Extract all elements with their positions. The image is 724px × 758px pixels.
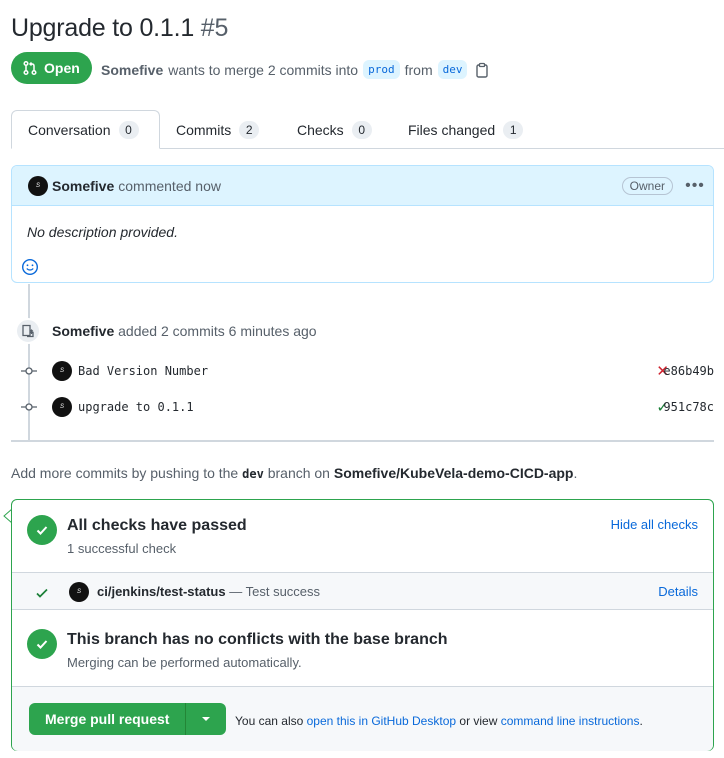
success-check-icon [27,515,57,545]
comment-time[interactable]: commented now [118,178,221,194]
state-badge: Open [11,52,92,84]
comment-author[interactable]: Somefive [52,178,114,194]
comment-body: No description provided. [27,224,178,240]
pr-meta: Somefive wants to merge 2 commits into p… [101,60,489,79]
tab-checks-label: Checks [297,121,344,138]
pr-title-text: Upgrade to 0.1.1 [11,14,195,42]
or-view-text: or view [459,714,498,728]
chevron-down-icon [202,717,211,721]
conflicts-title: This branch has no conflicts with the ba… [67,631,448,648]
merge-footer: Merge pull request You can also open thi… [12,686,713,751]
checks-title: All checks have passed [67,517,247,534]
tab-files-label: Files changed [408,121,496,138]
push-hint: Add more commits by pushing to the dev b… [11,465,577,481]
merge-button-group: Merge pull request [29,703,227,735]
hint-branch: dev [242,467,264,481]
tab-files-changed[interactable]: Files changed 1 [408,110,524,149]
check-description: — Test success [229,584,321,599]
commit-message[interactable]: upgrade to 0.1.1 [78,400,194,414]
hint-middle: branch on [267,465,330,481]
command-line-link[interactable]: command line instructions [501,714,640,728]
list-item: S Bad Version Number ✕ e86b49b [0,359,724,383]
commit-node-icon [21,399,37,415]
list-item: S upgrade to 0.1.1 ✓ 951c78c [0,395,724,419]
merge-options-button[interactable] [186,703,227,735]
check-label: ci/jenkins/test-status — Test success [97,584,320,599]
tab-conversation-count: 0 [118,120,139,139]
avatar[interactable]: S [28,175,48,196]
timeline-action: added 2 commits 6 minutes ago [118,323,317,339]
hint-suffix: . [573,465,578,481]
comment-header: S Somefive commented now Owner ••• [12,166,713,206]
commit-sha[interactable]: e86b49b [663,364,714,378]
check-name: ci/jenkins/test-status [97,584,226,599]
check-icon [36,588,48,598]
timeline-divider [11,440,714,442]
merge-alternatives: You can also open this in GitHub Desktop… [235,714,643,728]
merge-pull-request-button[interactable]: Merge pull request [29,703,187,735]
github-desktop-link[interactable]: open this in GitHub Desktop [307,714,456,728]
timeline-author[interactable]: Somefive [52,323,114,339]
success-check-icon [27,629,57,659]
commit-message[interactable]: Bad Version Number [78,364,208,378]
timeline-event: Somefive added 2 commits 6 minutes ago [52,323,317,339]
merge-box: All checks have passed 1 successful chec… [11,499,714,751]
hide-checks-link[interactable]: Hide all checks [611,517,698,532]
conflicts-subtitle: Merging can be performed automatically. [67,655,302,670]
owner-badge: Owner [621,176,673,195]
checks-subtitle: 1 successful check [67,541,177,556]
also-prefix: You can also [235,714,304,728]
repo-push-icon [15,318,41,344]
avatar[interactable]: S [52,397,72,417]
hint-prefix: Add more commits by pushing to the [11,465,239,481]
avatar[interactable]: S [52,361,72,381]
head-branch[interactable]: dev [437,60,468,79]
pr-meta-text: wants to merge 2 commits into [168,61,359,78]
tab-conversation-label: Conversation [28,121,111,138]
tab-commits-count: 2 [239,120,260,139]
pr-title: Upgrade to 0.1.1 #5 [11,14,228,43]
base-branch[interactable]: prod [363,60,400,79]
check-row: S ci/jenkins/test-status — Test success … [12,572,713,610]
tab-commits[interactable]: Commits 2 [176,110,260,149]
pull-request-icon [23,60,37,76]
pr-number: #5 [200,14,229,42]
commit-sha[interactable]: 951c78c [663,400,714,414]
smiley-icon[interactable] [21,258,39,276]
tab-checks-count: 0 [351,120,372,139]
tab-files-count: 1 [503,120,524,139]
pr-from-text: from [404,61,433,78]
pr-author[interactable]: Somefive [101,62,163,78]
kebab-menu-icon[interactable]: ••• [685,177,705,195]
pr-comment: S Somefive commented now Owner ••• No de… [11,165,714,283]
state-label: Open [44,60,80,76]
period-text: . [639,714,643,728]
tab-commits-label: Commits [176,121,232,138]
copy-icon[interactable] [475,62,489,78]
tab-checks[interactable]: Checks 0 [297,110,372,149]
tab-conversation[interactable]: Conversation 0 [11,110,160,149]
details-link[interactable]: Details [658,584,698,599]
commit-node-icon [21,363,37,379]
avatar: S [69,582,89,602]
hint-repo[interactable]: Somefive/KubeVela-demo-CICD-app [334,465,574,481]
